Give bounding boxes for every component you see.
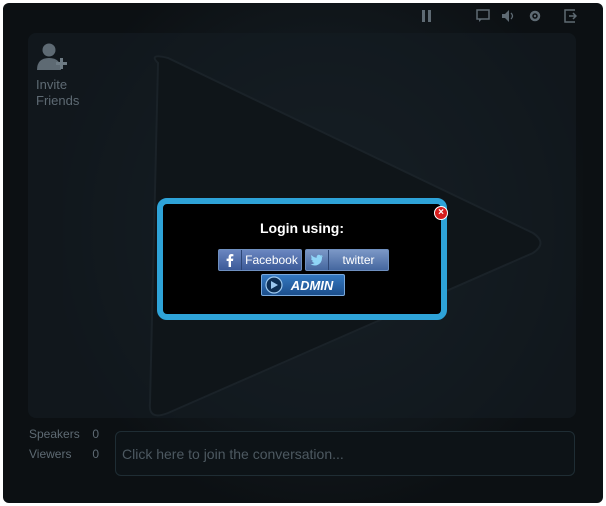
facebook-label: Facebook <box>245 253 298 267</box>
chat-input[interactable] <box>115 431 575 476</box>
twitter-icon <box>306 250 329 270</box>
viewers-row: Viewers 0 <box>29 444 99 464</box>
invite-label-line1: Invite <box>36 77 68 92</box>
viewers-label: Viewers <box>29 447 72 461</box>
speakers-label: Speakers <box>29 427 80 441</box>
add-user-icon <box>36 43 68 74</box>
exit-icon[interactable] <box>562 8 578 24</box>
speakers-row: Speakers 0 <box>29 424 99 444</box>
room-stats: Speakers 0 Viewers 0 <box>29 424 99 464</box>
invite-friends-button[interactable]: Invite Friends <box>36 41 96 109</box>
admin-label: ADMIN <box>290 277 334 293</box>
invite-label-line2: Friends <box>36 93 80 108</box>
admin-logo-icon <box>262 276 286 294</box>
facebook-icon <box>219 250 242 270</box>
viewers-count: 0 <box>92 447 99 461</box>
twitter-login-button[interactable]: twitter <box>305 249 389 271</box>
close-icon[interactable]: × <box>434 206 448 220</box>
admin-login-button[interactable]: ADMIN <box>261 274 345 296</box>
facebook-login-button[interactable]: Facebook <box>218 249 302 271</box>
volume-icon[interactable] <box>500 8 516 24</box>
login-modal: Login using: × Facebook twitter ADMIN <box>157 198 448 320</box>
settings-icon[interactable] <box>527 8 543 24</box>
twitter-label: twitter <box>342 253 375 267</box>
login-title: Login using: <box>260 220 344 236</box>
pause-icon[interactable] <box>420 8 434 24</box>
speakers-count: 0 <box>92 427 99 441</box>
speech-icon[interactable] <box>475 8 491 24</box>
